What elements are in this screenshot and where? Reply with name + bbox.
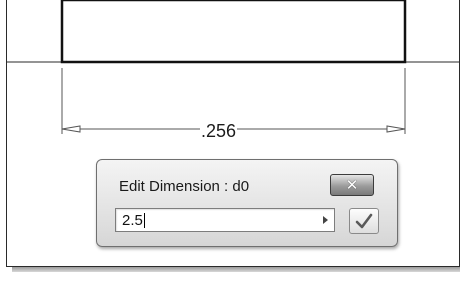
dimension-arrow-right bbox=[386, 125, 406, 133]
text-caret bbox=[144, 213, 145, 228]
dialog-title: Edit Dimension : d0 bbox=[119, 178, 250, 195]
arrow-right-icon bbox=[322, 216, 328, 224]
accept-button[interactable] bbox=[349, 208, 379, 234]
flyout-menu-button[interactable] bbox=[316, 209, 334, 231]
dimension-value-label[interactable]: .256 bbox=[200, 120, 238, 142]
sketch-rectangle[interactable] bbox=[60, 0, 407, 64]
close-icon: ✕ bbox=[345, 175, 359, 194]
close-button[interactable]: ✕ bbox=[330, 174, 374, 196]
dimension-value-input[interactable] bbox=[116, 209, 310, 231]
dimension-arrow-left bbox=[61, 125, 81, 133]
checkmark-icon bbox=[355, 213, 373, 229]
dimension-value-field[interactable] bbox=[115, 208, 335, 232]
graphics-window[interactable]: .256 Edit Dimension : d0 ✕ bbox=[0, 0, 466, 281]
edit-dimension-dialog: Edit Dimension : d0 ✕ bbox=[96, 159, 398, 247]
